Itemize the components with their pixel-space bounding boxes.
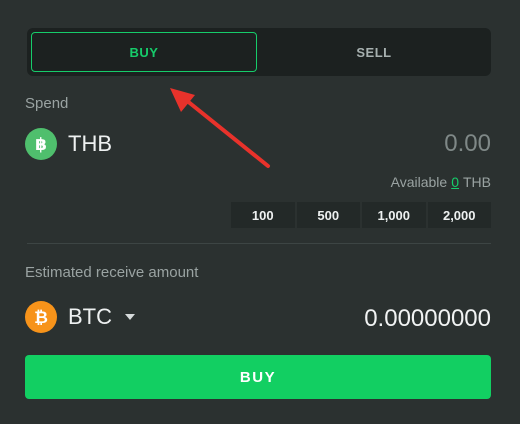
red-arrow-annotation (170, 88, 270, 168)
